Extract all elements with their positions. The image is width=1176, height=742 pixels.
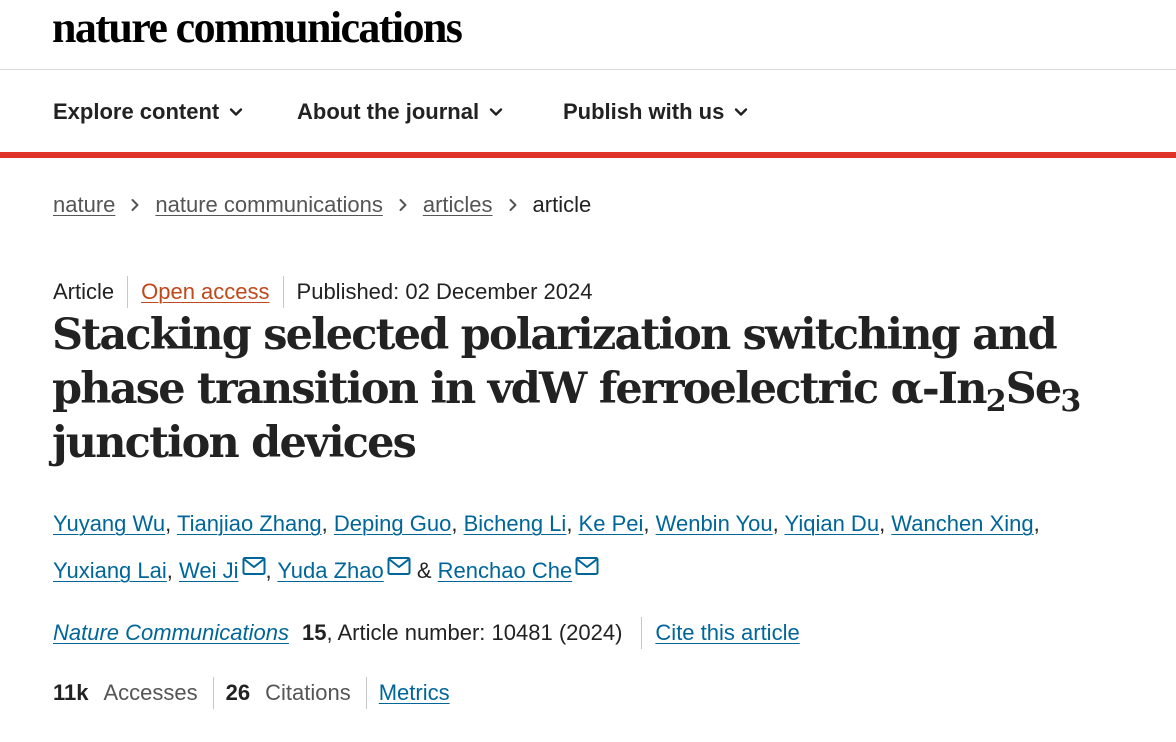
author-link[interactable]: Deping Guo (334, 511, 451, 536)
accent-rule (0, 152, 1176, 158)
author-separator: , (772, 511, 785, 536)
citations-count: 26 (225, 680, 251, 705)
author-separator: , (879, 511, 892, 536)
email-icon[interactable] (387, 556, 411, 576)
nav-publish-with-us[interactable]: Publish with us (563, 99, 748, 125)
chevron-right-icon (115, 198, 155, 212)
breadcrumb-link-nature-communications[interactable]: nature communications (155, 192, 382, 218)
author-separator: , (1033, 511, 1040, 536)
metrics-link[interactable]: Metrics (379, 680, 450, 706)
author-separator: , (265, 558, 278, 583)
metrics-bar: 11k Accesses 26 Citations Metrics (53, 677, 450, 709)
author-link[interactable]: Yuxiang Lai (53, 558, 167, 583)
chevron-down-icon (489, 108, 503, 116)
title-text: Se (1005, 364, 1063, 414)
nav-item-label: Explore content (53, 99, 220, 124)
citation-line: Nature Communications 15, Article number… (53, 617, 800, 649)
divider (127, 276, 129, 308)
chevron-right-icon (493, 198, 533, 212)
author-separator: , (451, 511, 464, 536)
author-separator: , (321, 511, 334, 536)
citations-label: Citations (265, 680, 351, 705)
site-logo[interactable]: nature communications (52, 4, 463, 52)
divider (365, 677, 367, 709)
site-header: nature communications (0, 0, 1176, 70)
main-nav: Explore content About the journal Publis… (0, 71, 1176, 154)
cite-this-article-link[interactable]: Cite this article (655, 620, 799, 646)
nav-explore-content[interactable]: Explore content (53, 99, 243, 125)
title-subscript: 3 (1060, 384, 1081, 419)
accesses-label: Accesses (103, 680, 198, 705)
email-icon[interactable] (242, 556, 266, 576)
nav-item-label: Publish with us (563, 99, 725, 124)
author-link[interactable]: Renchao Che (438, 558, 573, 583)
accesses-count: 11k (53, 680, 89, 705)
author-link[interactable]: Yuyang Wu (53, 511, 165, 536)
author-separator: , (643, 511, 656, 536)
author-link[interactable]: Wenbin You (656, 511, 773, 536)
author-separator: & (410, 558, 438, 583)
published-date: Published: 02 December 2024 (296, 279, 593, 304)
chevron-down-icon (735, 108, 748, 116)
journal-link[interactable]: Nature Communications (53, 620, 289, 646)
open-access-link[interactable]: Open access (141, 279, 269, 305)
author-link[interactable]: Bicheng Li (464, 511, 567, 536)
volume-number: 15 (301, 620, 327, 645)
article-title: Stacking selected polarization switching… (52, 308, 1132, 470)
article-meta: Article Open access Published: 02 Decemb… (53, 276, 593, 308)
chevron-down-icon (230, 108, 243, 116)
author-link[interactable]: Tianjiao Zhang (177, 511, 322, 536)
divider (212, 677, 214, 709)
chevron-right-icon (383, 198, 423, 212)
author-link[interactable]: Wanchen Xing (891, 511, 1033, 536)
email-icon[interactable] (575, 556, 599, 576)
author-link[interactable]: Yiqian Du (784, 511, 879, 536)
author-list: Yuyang Wu, Tianjiao Zhang, Deping Guo, B… (53, 500, 1143, 594)
article-type: Article (53, 279, 115, 304)
nav-about-the-journal[interactable]: About the journal (297, 99, 503, 125)
breadcrumb-link-nature[interactable]: nature (53, 192, 115, 218)
author-separator: , (566, 511, 579, 536)
nav-item-label: About the journal (297, 99, 480, 124)
title-text: junction devices (52, 418, 417, 468)
title-text: Stacking selected polarization switching… (52, 310, 1058, 414)
author-separator: , (166, 558, 179, 583)
author-link[interactable]: Wei Ji (179, 558, 239, 583)
breadcrumb-link-articles[interactable]: articles (423, 192, 493, 218)
article-number: , Article number: 10481 (2024) (326, 620, 623, 645)
breadcrumb: nature nature communications articles ar… (53, 192, 591, 218)
divider (282, 276, 284, 308)
title-subscript: 2 (985, 384, 1007, 419)
author-link[interactable]: Yuda Zhao (277, 558, 383, 583)
author-separator: , (165, 511, 177, 536)
author-link[interactable]: Ke Pei (579, 511, 644, 536)
divider (641, 617, 643, 649)
breadcrumb-current: article (532, 192, 592, 217)
